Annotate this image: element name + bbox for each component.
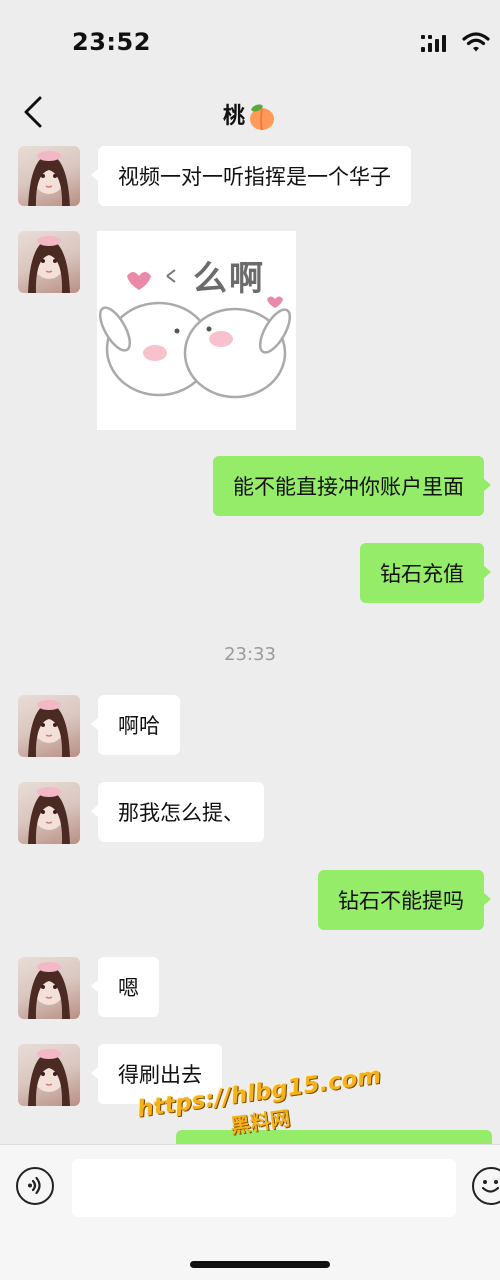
chat-timestamp: 23:33	[224, 644, 276, 665]
chat-screen: 23:52 桃 视频一对一听指挥是一个华子 么啊 能不能直接冲你账户里面 钻石充…	[0, 0, 500, 1280]
contact-avatar[interactable]	[18, 1044, 80, 1106]
message-bubble-incoming[interactable]: 那我怎么提、	[91, 782, 264, 842]
chat-title: 桃	[0, 98, 500, 131]
input-bar	[0, 1144, 500, 1280]
nav-bar: 桃	[0, 80, 500, 146]
message-bubble-outgoing[interactable]: 钻石充值	[360, 543, 491, 603]
message-text: 钻石充值	[380, 562, 464, 586]
status-bar: 23:52	[0, 0, 500, 80]
contact-avatar[interactable]	[18, 146, 80, 206]
contact-avatar[interactable]	[18, 231, 80, 293]
message-text: 啊哈	[118, 714, 160, 738]
message-bubble-outgoing[interactable]: 钻石不能提吗	[318, 870, 491, 930]
message-bubble-incoming[interactable]: 得刷出去	[91, 1044, 222, 1104]
wifi-icon	[462, 32, 490, 52]
message-text: 嗯	[118, 976, 139, 1000]
sticker-message[interactable]: 么啊	[97, 231, 296, 430]
message-text: 得刷出去	[118, 1063, 202, 1087]
sticker-caption: 么啊	[193, 259, 265, 299]
message-input[interactable]	[72, 1159, 456, 1217]
message-bubble-incoming[interactable]: 视频一对一听指挥是一个华子	[91, 146, 411, 206]
status-time: 23:52	[72, 28, 151, 56]
signal-icon	[421, 35, 446, 52]
message-text: 能不能直接冲你账户里面	[233, 475, 464, 499]
contact-avatar[interactable]	[18, 957, 80, 1019]
contact-avatar[interactable]	[18, 695, 80, 757]
emoji-button[interactable]	[472, 1167, 500, 1205]
voice-button[interactable]	[16, 1167, 54, 1205]
peach-emoji-icon	[250, 104, 274, 131]
home-indicator	[190, 1261, 330, 1268]
message-text: 那我怎么提、	[118, 801, 244, 825]
message-text: 钻石不能提吗	[338, 889, 464, 913]
contact-avatar[interactable]	[18, 782, 80, 844]
emoji-icon	[481, 1180, 500, 1193]
message-bubble-incoming[interactable]: 嗯	[91, 957, 159, 1017]
message-text: 视频一对一听指挥是一个华子	[118, 165, 391, 189]
voice-icon	[28, 1176, 41, 1195]
message-bubble-outgoing[interactable]: 能不能直接冲你账户里面	[213, 456, 491, 516]
message-bubble-incoming[interactable]: 啊哈	[91, 695, 180, 755]
chat-title-text: 桃	[222, 104, 245, 129]
